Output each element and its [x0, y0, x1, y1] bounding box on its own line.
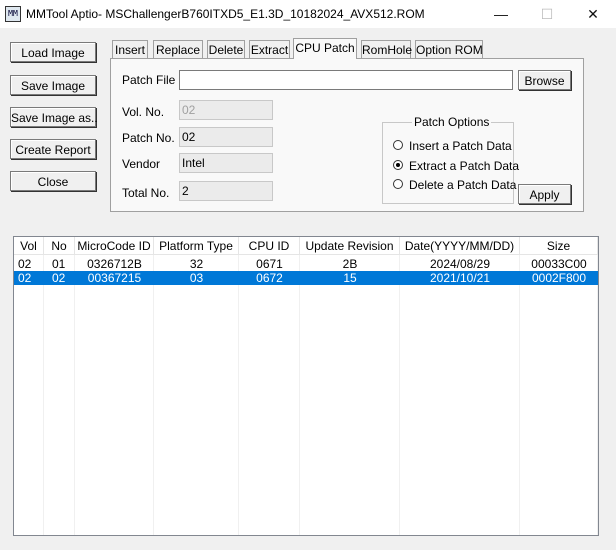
save-image-button[interactable]: Save Image — [10, 75, 96, 95]
tab-replace[interactable]: Replace — [153, 40, 203, 58]
cell-platform-type: 03 — [189, 271, 204, 285]
cell-update-revision: 15 — [343, 271, 357, 285]
maximize-button[interactable]: ☐ — [524, 0, 570, 28]
tab-extract[interactable]: Extract — [249, 40, 290, 58]
patch-file-label: Patch File — [122, 73, 176, 87]
microcode-list[interactable]: Vol No MicroCode ID Platform Type CPU ID… — [13, 236, 599, 536]
tab-delete[interactable]: Delete — [207, 40, 245, 58]
cell-vol: 02 — [18, 271, 32, 285]
patch-file-input[interactable] — [179, 70, 513, 90]
vol-no-field: 02 — [179, 100, 273, 120]
create-report-button[interactable]: Create Report — [10, 139, 96, 159]
column-header-platform-type[interactable]: Platform Type — [154, 237, 239, 255]
vendor-field: Intel — [179, 153, 273, 173]
cell-date: 2021/10/21 — [429, 271, 491, 285]
apply-button[interactable]: Apply — [518, 184, 571, 204]
patch-no-field: 02 — [179, 127, 273, 147]
extract-patch-radio[interactable] — [393, 160, 403, 170]
column-header-vol[interactable]: Vol — [14, 237, 44, 255]
browse-button[interactable]: Browse — [518, 70, 571, 90]
total-no-field: 2 — [179, 181, 273, 201]
cell-no: 01 — [52, 257, 66, 271]
mm-app-icon: MM — [5, 6, 21, 22]
load-image-button[interactable]: Load Image — [10, 42, 96, 62]
column-header-update-revision[interactable]: Update Revision — [300, 237, 400, 255]
cell-date: 2024/08/29 — [429, 257, 491, 271]
insert-patch-radio[interactable] — [393, 140, 403, 150]
column-header-microcode-id[interactable]: MicroCode ID — [75, 237, 154, 255]
tab-romhole[interactable]: RomHole — [361, 40, 412, 58]
cell-no: 02 — [52, 271, 66, 285]
delete-patch-label[interactable]: Delete a Patch Data — [409, 178, 516, 192]
close-window-button[interactable]: ✕ — [570, 0, 616, 28]
cell-vol: 02 — [18, 257, 32, 271]
cell-size: 0002F800 — [531, 271, 587, 285]
vol-no-label: Vol. No. — [122, 105, 165, 119]
tab-cpu-patch[interactable]: CPU Patch — [293, 38, 357, 59]
save-image-as-button[interactable]: Save Image as.. — [10, 107, 98, 127]
window-title: MMTool Aptio- MSChallengerB760ITXD5_E1.3… — [26, 7, 425, 21]
column-header-cpu-id[interactable]: CPU ID — [239, 237, 300, 255]
delete-patch-radio[interactable] — [393, 179, 403, 189]
insert-patch-label[interactable]: Insert a Patch Data — [409, 139, 512, 153]
cell-cpu-id: 0672 — [256, 271, 283, 285]
tab-option-rom[interactable]: Option ROM — [415, 40, 483, 58]
column-header-date[interactable]: Date(YYYY/MM/DD) — [400, 237, 520, 255]
patch-no-label: Patch No. — [122, 131, 175, 145]
minimize-button[interactable]: — — [478, 0, 524, 28]
cell-update-revision: 2B — [342, 257, 358, 271]
column-header-size[interactable]: Size — [520, 237, 598, 255]
close-button[interactable]: Close — [10, 171, 96, 191]
table-row-selected[interactable]: 02 02 00367215 03 0672 15 2021/10/21 000… — [14, 271, 598, 285]
vendor-label: Vendor — [122, 157, 161, 171]
cell-size: 00033C00 — [531, 257, 587, 271]
cell-microcode-id: 0326712B — [87, 257, 142, 271]
tab-insert[interactable]: Insert — [112, 40, 148, 58]
patch-options-title: Patch Options — [412, 115, 492, 129]
cell-platform-type: 32 — [189, 257, 204, 271]
cell-microcode-id: 00367215 — [87, 271, 142, 285]
cell-cpu-id: 0671 — [256, 257, 283, 271]
table-row[interactable]: 02 01 0326712B 32 0671 2B 2024/08/29 000… — [14, 257, 598, 271]
extract-patch-label[interactable]: Extract a Patch Data — [409, 159, 519, 173]
total-no-label: Total No. — [122, 186, 170, 200]
column-header-no[interactable]: No — [44, 237, 75, 255]
